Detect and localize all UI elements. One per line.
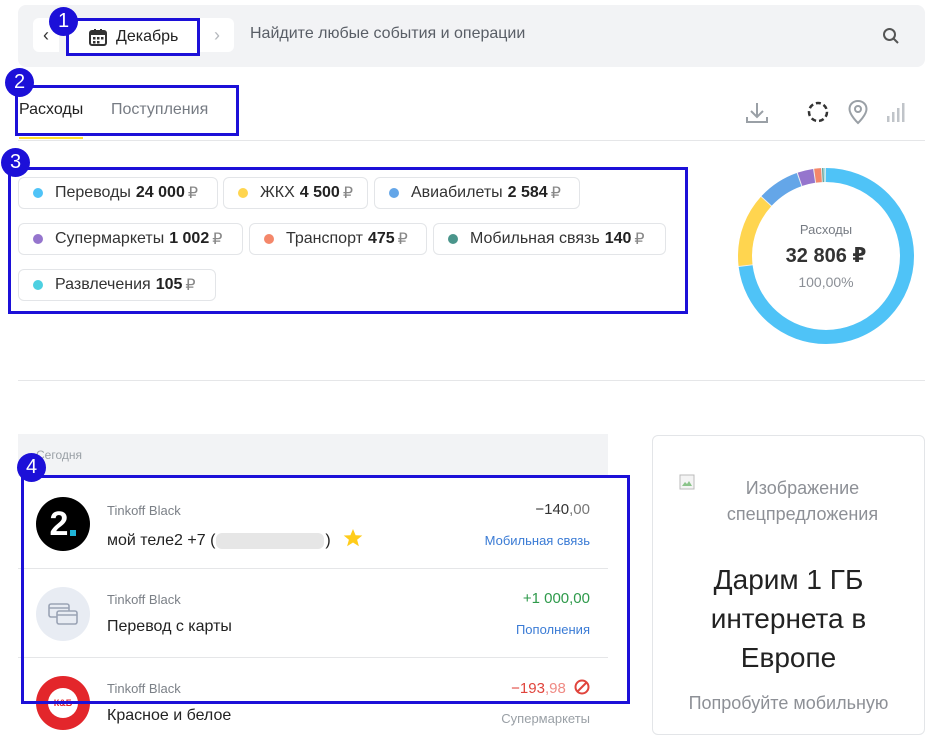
operation-title[interactable]: Красное и белое xyxy=(107,707,231,725)
operation-category[interactable]: Супермаркеты xyxy=(440,711,590,726)
active-tab-indicator xyxy=(19,137,83,139)
donut-center-label: Расходы xyxy=(799,222,853,237)
annotation-box xyxy=(8,167,688,314)
annotation-box xyxy=(66,18,200,56)
promo-image-alt-text: Изображение спецпредложения xyxy=(726,478,879,524)
promo-title: Дарим 1 ГБ интернета в Европе xyxy=(710,564,867,673)
annotation-badge: 2 xyxy=(5,68,34,97)
chevron-left-icon: ‹ xyxy=(43,24,49,45)
annotation-box xyxy=(21,475,630,704)
chart-bars-icon[interactable] xyxy=(885,100,909,124)
annotation-badge: 4 xyxy=(17,453,46,482)
operations-group-header xyxy=(18,434,608,476)
donut-center-total: 32 806 ₽ xyxy=(785,245,867,267)
next-month-button[interactable]: › xyxy=(200,18,234,52)
map-pin-icon[interactable] xyxy=(847,99,869,125)
search-input[interactable]: Найдите любые события и операции xyxy=(250,25,525,43)
annotation-box xyxy=(15,85,239,136)
annotation-badge: 1 xyxy=(49,7,78,36)
annotation-badge: 3 xyxy=(1,148,30,177)
loading-spinner-icon xyxy=(807,101,829,123)
divider xyxy=(18,380,925,381)
download-icon[interactable] xyxy=(744,100,770,126)
search-icon[interactable] xyxy=(882,27,900,45)
chevron-right-icon: › xyxy=(214,24,220,45)
promo-subtitle: Попробуйте мобильную xyxy=(688,693,889,713)
donut-center-percent: 100,00% xyxy=(798,274,854,290)
divider xyxy=(18,140,925,141)
